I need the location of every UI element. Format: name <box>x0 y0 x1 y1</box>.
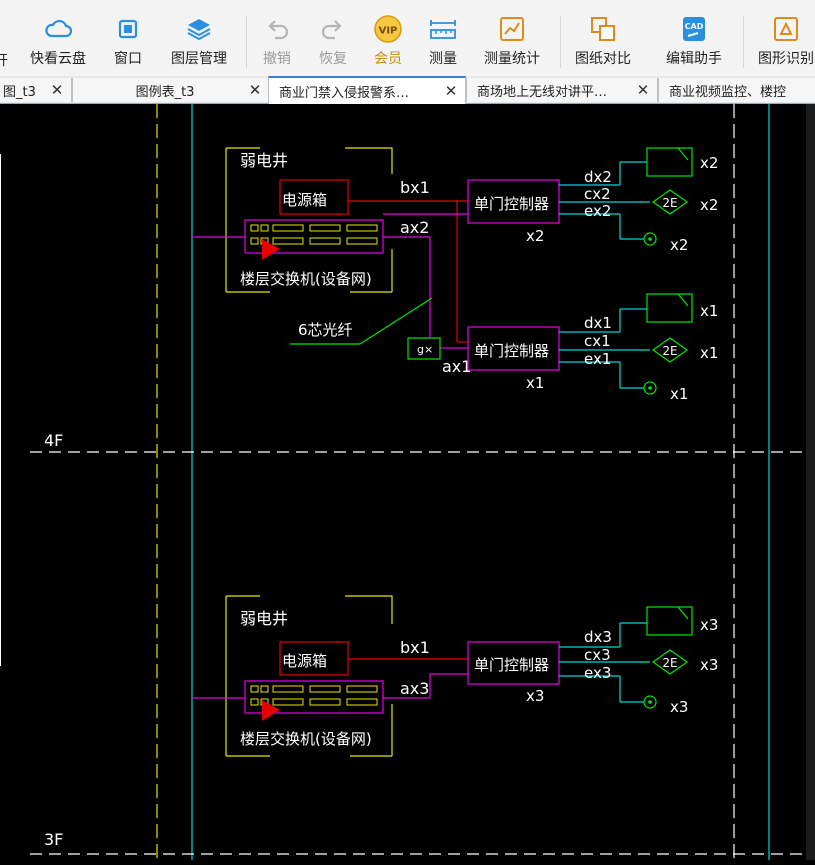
cad-drawing-canvas[interactable]: 4F 3F 弱电井 电源箱 楼层交换机(设备网) bx1 ax2 6芯光纤 g×… <box>0 104 806 860</box>
cable-label: cx3 <box>584 646 611 664</box>
upper-equipment-group: 弱电井 电源箱 楼层交换机(设备网) bx1 ax2 6芯光纤 g× ax1 单… <box>192 147 718 403</box>
toolbar-partial-label: 开 <box>0 50 8 70</box>
drawing-compare-button[interactable]: 图纸对比 <box>575 14 631 72</box>
pointer-flag-icon <box>262 239 280 260</box>
cad-edit-icon: CAD <box>679 14 709 44</box>
door-lock-icon <box>646 293 693 323</box>
cad-drawing: 4F 3F 弱电井 电源箱 楼层交换机(设备网) bx1 ax2 6芯光纤 g×… <box>0 104 806 860</box>
device-tag: x3 <box>700 656 718 674</box>
door-lock-icon <box>646 606 693 636</box>
device-tag: x3 <box>670 698 688 716</box>
device-tag: x1 <box>700 344 718 362</box>
power-box-label: 电源箱 <box>282 652 327 670</box>
toolbar-separator <box>743 16 744 68</box>
tab-access-control-active[interactable]: 商业门禁入侵报警系… ✕ <box>268 76 466 104</box>
window-icon <box>113 14 143 44</box>
close-icon[interactable]: ✕ <box>49 81 65 99</box>
controller-id: x1 <box>526 374 544 392</box>
symbol-2e: 2E <box>662 344 677 358</box>
measure-stats-button[interactable]: 测量统计 <box>484 14 540 72</box>
compare-icon <box>588 14 618 44</box>
undo-button[interactable]: 撤销 <box>262 14 292 72</box>
edit-assistant-button[interactable]: CAD 编辑助手 <box>666 14 722 72</box>
cloud-icon <box>43 14 73 44</box>
switch-label: 楼层交换机(设备网) <box>240 730 372 748</box>
cable-label: cx1 <box>584 332 611 350</box>
vip-icon: VIP <box>373 14 403 44</box>
layers-icon <box>184 14 214 44</box>
ruler-icon <box>428 14 458 44</box>
cable-label: dx2 <box>584 168 612 186</box>
cloud-disk-button[interactable]: 快看云盘 <box>30 14 86 72</box>
svg-text:VIP: VIP <box>379 26 398 37</box>
cable-label: dx1 <box>584 314 612 332</box>
line-label-bx: bx1 <box>400 178 430 197</box>
close-icon[interactable]: ✕ <box>635 81 651 99</box>
undo-icon <box>262 14 292 44</box>
floor-label-4f: 4F <box>44 431 63 450</box>
controller-id: x3 <box>526 687 544 705</box>
ax1-label: ax1 <box>442 357 471 376</box>
measure-button[interactable]: 测量 <box>428 14 458 72</box>
device-tag: x3 <box>700 616 718 634</box>
device-tag: x1 <box>670 385 688 403</box>
toolbar: 开 快看云盘 窗口 图层管理 撤销 恢复 VIP 会员 <box>0 0 815 77</box>
door-lock-icon <box>646 147 693 177</box>
line-label-ax: ax2 <box>400 218 429 237</box>
floor-label-3f: 3F <box>44 830 63 849</box>
symbol-2e: 2E <box>662 196 677 210</box>
measure-stats-icon <box>497 14 527 44</box>
device-tag: x2 <box>700 154 718 172</box>
symbol-2e: 2E <box>662 656 677 670</box>
device-tag: x2 <box>670 236 688 254</box>
svg-text:CAD: CAD <box>685 22 704 31</box>
device-tag: x1 <box>700 302 718 320</box>
line-label-ax: ax3 <box>400 679 429 698</box>
toolbar-separator <box>246 16 247 68</box>
fiber-label: 6芯光纤 <box>298 321 353 339</box>
device-tag: x2 <box>700 196 718 214</box>
pointer-flag-icon <box>262 700 280 721</box>
document-tab-bar: 图_t3 ✕ 图例表_t3 ✕ 商业门禁入侵报警系… ✕ 商场地上无线对讲平… … <box>0 76 815 104</box>
tab-video-surveillance[interactable]: 商业视频监控、楼控 <box>658 78 815 102</box>
shape-recognize-icon <box>771 14 801 44</box>
vertical-scrollbar[interactable] <box>806 104 815 860</box>
vip-button[interactable]: VIP 会员 <box>373 14 403 72</box>
gx-label: g× <box>417 343 433 356</box>
window-button[interactable]: 窗口 <box>113 14 143 72</box>
shaft-label: 弱电井 <box>240 609 288 628</box>
cable-label: dx3 <box>584 628 612 646</box>
close-icon[interactable]: ✕ <box>443 82 459 100</box>
shape-recognize-button[interactable]: 图形识别 <box>758 14 814 72</box>
tab-wireless-intercom[interactable]: 商场地上无线对讲平… ✕ <box>466 78 658 102</box>
toolbar-separator <box>560 16 561 68</box>
cable-label: cx2 <box>584 185 611 203</box>
power-box-label: 电源箱 <box>282 191 327 209</box>
layer-manager-button[interactable]: 图层管理 <box>171 14 227 72</box>
shaft-label: 弱电井 <box>240 151 288 170</box>
cable-label: ex3 <box>584 664 611 682</box>
cable-label: ex1 <box>584 350 611 368</box>
lower-equipment-group: 弱电井 电源箱 楼层交换机(设备网) bx1 ax3 单门控制器 x3 dx3 … <box>192 595 718 757</box>
line-label-bx: bx1 <box>400 638 430 657</box>
cable-label: ex2 <box>584 202 611 220</box>
close-icon[interactable]: ✕ <box>247 81 263 99</box>
redo-icon <box>318 14 348 44</box>
redo-button[interactable]: 恢复 <box>318 14 348 72</box>
tab-legend-table[interactable]: 图例表_t3 ✕ <box>72 78 270 102</box>
controller-label: 单门控制器 <box>474 342 549 360</box>
controller-label: 单门控制器 <box>474 195 549 213</box>
controller-label: 单门控制器 <box>474 656 549 674</box>
switch-label: 楼层交换机(设备网) <box>240 270 372 288</box>
controller-id: x2 <box>526 227 544 245</box>
tab-legend-partial[interactable]: 图_t3 ✕ <box>0 78 72 102</box>
